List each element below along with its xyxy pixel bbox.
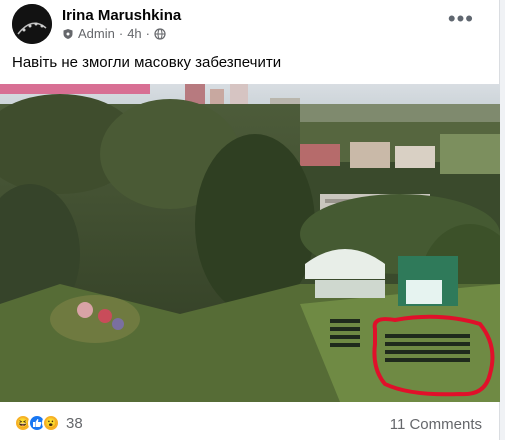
- post-header: Irina Marushkina Admin · 4h · •••: [12, 4, 492, 44]
- author-name[interactable]: Irina Marushkina: [62, 7, 181, 24]
- post-meta: Admin · 4h ·: [62, 26, 166, 41]
- meta-separator-2: ·: [145, 26, 151, 41]
- shield-admin-icon: [63, 28, 73, 39]
- avatar[interactable]: [12, 4, 52, 44]
- avatar-image: [12, 4, 52, 44]
- post-time[interactable]: 4h: [127, 26, 141, 41]
- more-options-icon[interactable]: •••: [448, 8, 474, 30]
- meta-separator: ·: [118, 26, 124, 41]
- reaction-count[interactable]: 38: [66, 415, 83, 432]
- post-footer: 😆 😮 38 11 Comments: [0, 402, 500, 440]
- post-card: Irina Marushkina Admin · 4h · ••• Навіть…: [0, 0, 500, 440]
- wow-icon: 😮: [42, 414, 60, 432]
- globe-icon: [154, 27, 166, 40]
- reactions-summary[interactable]: 😆 😮 38: [14, 414, 83, 432]
- aerial-photo-image: [0, 84, 500, 402]
- role-label: Admin: [78, 26, 115, 41]
- post-photo[interactable]: [0, 84, 500, 402]
- post-text: Навіть не змогли масовку забезпечити: [12, 54, 282, 71]
- comments-link[interactable]: 11 Comments: [390, 416, 482, 433]
